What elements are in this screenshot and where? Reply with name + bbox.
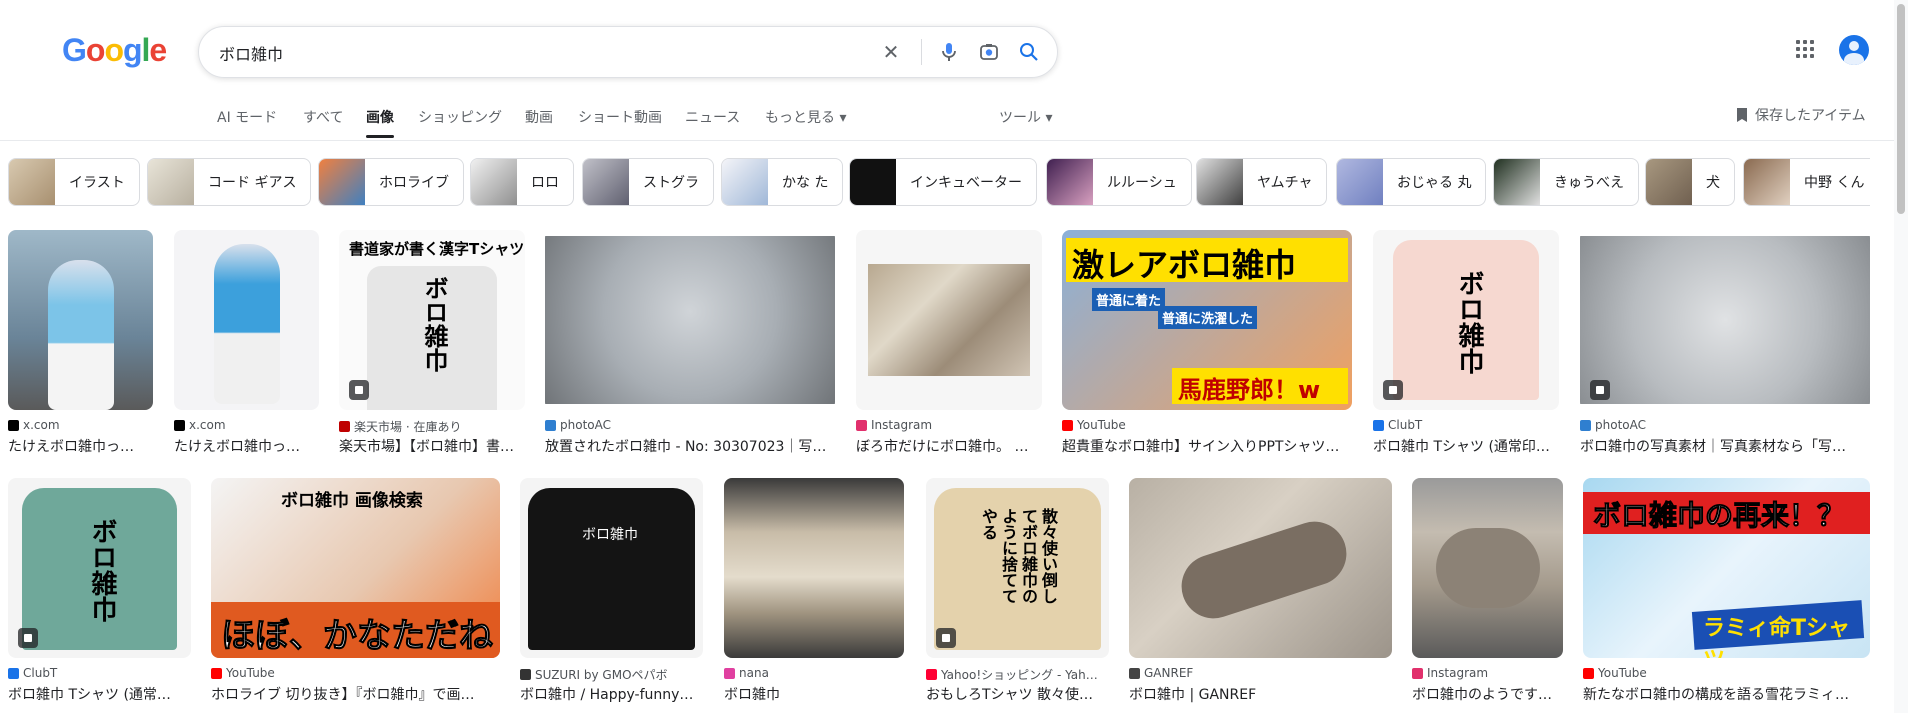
tab-all[interactable]: すべて <box>303 107 343 127</box>
result-title[interactable]: ボロ雑巾 | GANREF <box>1129 684 1392 704</box>
gallery-tag-icon <box>1590 380 1610 400</box>
result-image[interactable]: ボロ雑巾 <box>8 478 191 658</box>
result-source: Yahoo!ショッピング - Yah… <box>941 668 1098 682</box>
result-title[interactable]: ボロ雑巾 Tシャツ (通常… <box>8 684 191 704</box>
result-source: GANREF <box>1144 666 1194 680</box>
result-source: YouTube <box>1598 666 1647 680</box>
chip-kyubey[interactable]: きゅうべえ <box>1493 158 1639 206</box>
tab-short-videos[interactable]: ショート動画 <box>578 107 662 127</box>
search-icon[interactable] <box>1014 37 1044 67</box>
chip-incubator[interactable]: インキュベーター <box>849 158 1037 206</box>
result-title[interactable]: たけえボロ雑巾っ… <box>8 436 153 456</box>
tab-images[interactable]: 画像 <box>366 107 394 138</box>
shopping-tag-icon <box>349 380 369 400</box>
result-title[interactable]: 新たなボロ雑巾の構成を語る雪花ラミィ… <box>1583 684 1870 704</box>
result-image[interactable]: 書道家が書く漢字Tシャツ ボロ雑巾 <box>339 230 525 410</box>
result-image[interactable]: 激レアボロ雑巾 普通に着た 普通に洗濯した 馬鹿野郎！w <box>1062 230 1352 410</box>
result-image[interactable] <box>1412 478 1563 658</box>
tab-more[interactable]: もっと見る ▾ <box>765 107 846 127</box>
saved-items-label: 保存したアイテム <box>1755 108 1866 124</box>
chip-yamcha[interactable]: ヤムチャ <box>1196 158 1328 206</box>
result-image[interactable] <box>1129 478 1392 658</box>
result-image[interactable]: ボロ雑巾 <box>520 478 703 658</box>
shopping-tag-icon <box>18 628 38 648</box>
shopping-tag-icon <box>936 628 956 648</box>
result-source: 楽天市場 · 在庫あり <box>354 420 462 434</box>
result-title[interactable]: ボロ雑巾の写真素材｜写真素材なら「写… <box>1580 436 1870 456</box>
chip-code-geass[interactable]: コード ギアス <box>147 158 312 206</box>
result-title[interactable]: 放置されたボロ雑巾 - No: 30307023｜写… <box>545 436 835 456</box>
chip-lelouch[interactable]: ルルーシュ <box>1046 158 1192 206</box>
chip-illust[interactable]: イラスト <box>8 158 140 206</box>
result-image[interactable]: ボロ雑巾 画像検索 ほぼ、かなただね <box>211 478 500 658</box>
chip-nakano-kun[interactable]: 中野 くん <box>1743 158 1870 206</box>
result-title[interactable]: たけえボロ雑巾っ… <box>174 436 319 456</box>
tab-videos[interactable]: 動画 <box>525 107 553 127</box>
scrollbar-thumb[interactable] <box>1897 4 1905 214</box>
result-title[interactable]: ボロ雑巾 Tシャツ (通常印… <box>1373 436 1559 456</box>
result-image[interactable] <box>1580 230 1870 410</box>
shopping-tag-icon <box>1383 380 1403 400</box>
result-source: Instagram <box>871 418 933 432</box>
result-image[interactable] <box>8 230 153 410</box>
avatar[interactable] <box>1839 35 1869 65</box>
result-image[interactable]: 散々使い倒してボロ雑巾のように捨ててやる <box>926 478 1109 658</box>
microphone-icon[interactable] <box>934 37 964 67</box>
result-title[interactable]: ぼろ市だけにボロ雑巾。 … <box>856 436 1042 456</box>
apps-grid-icon[interactable] <box>1796 40 1814 58</box>
result-title[interactable]: 楽天市場】【ボロ雑巾】書… <box>339 436 525 456</box>
result-source: x.com <box>189 418 226 432</box>
tab-shopping[interactable]: ショッピング <box>418 107 502 127</box>
result-source: SUZURI by GMOペパボ <box>535 668 668 682</box>
result-title[interactable]: ボロ雑巾 / Happy-funny… <box>520 684 703 704</box>
search-box[interactable]: ボロ雑巾 ✕ <box>198 26 1058 78</box>
chip-hololive[interactable]: ホロライブ <box>318 158 464 206</box>
result-source: Instagram <box>1427 666 1489 680</box>
google-logo[interactable]: Google <box>62 32 167 69</box>
result-source: nana <box>739 666 769 680</box>
result-source: YouTube <box>1077 418 1126 432</box>
scrollbar[interactable] <box>1894 0 1908 713</box>
result-image[interactable] <box>856 230 1042 410</box>
result-title[interactable]: ホロライブ 切り抜き】『ボロ雑巾』で画… <box>211 684 500 704</box>
result-image[interactable]: ボロ雑巾の再来！？ ラミィ命Tシャツ <box>1583 478 1870 658</box>
result-image[interactable] <box>174 230 319 410</box>
clear-icon[interactable]: ✕ <box>876 37 906 67</box>
header: Google ボロ雑巾 ✕ AI モード すべて 画像 ショッピング 動画 ショ… <box>0 0 1908 141</box>
chip-sutogura[interactable]: ストグラ <box>582 158 714 206</box>
related-chips: イラスト コード ギアス ホロライブ ロロ ストグラ かな た インキュベーター… <box>8 158 1870 206</box>
result-title[interactable]: おもしろTシャツ 散々使… <box>926 684 1109 704</box>
result-source: x.com <box>23 418 60 432</box>
chip-ojarumaru[interactable]: おじゃる 丸 <box>1336 158 1487 206</box>
search-input[interactable]: ボロ雑巾 <box>219 41 283 65</box>
chip-dog[interactable]: 犬 <box>1645 158 1735 206</box>
result-title[interactable]: ボロ雑巾のようです… <box>1412 684 1563 704</box>
result-source: ClubT <box>23 666 58 680</box>
bookmark-icon <box>1737 108 1747 122</box>
google-lens-icon[interactable] <box>974 37 1004 67</box>
tab-news[interactable]: ニュース <box>685 107 740 127</box>
tools-button[interactable]: ツール ▾ <box>999 107 1052 127</box>
result-image[interactable] <box>724 478 904 658</box>
result-image[interactable] <box>545 230 835 410</box>
result-source: photoAC <box>1595 418 1646 432</box>
result-title[interactable]: ボロ雑巾 <box>724 684 904 704</box>
result-image[interactable]: ボロ雑巾 <box>1373 230 1559 410</box>
result-source: photoAC <box>560 418 611 432</box>
result-source: ClubT <box>1388 418 1423 432</box>
result-title[interactable]: 超貴重なボロ雑巾】サイン入りPPTシャツ… <box>1062 436 1352 456</box>
chip-roro[interactable]: ロロ <box>470 158 574 206</box>
chip-kanata[interactable]: かな た <box>721 158 844 206</box>
tab-ai-mode[interactable]: AI モード <box>217 107 277 127</box>
saved-items-button[interactable]: 保存したアイテム <box>1735 105 1866 125</box>
result-source: YouTube <box>226 666 275 680</box>
search-divider <box>921 39 922 65</box>
